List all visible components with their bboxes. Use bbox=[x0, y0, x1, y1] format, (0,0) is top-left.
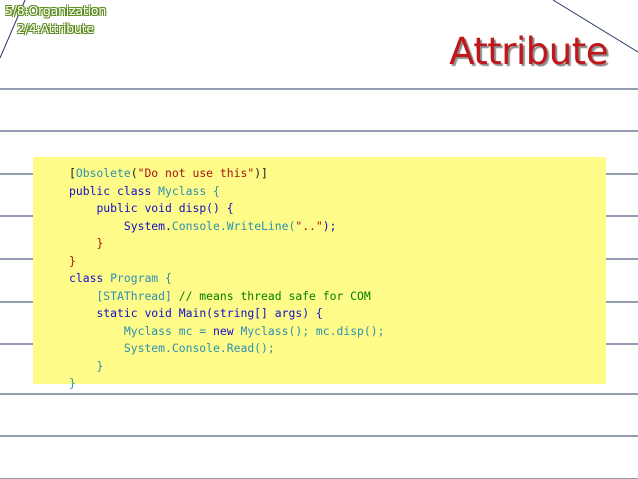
code-line-4: System.Console.WriteLine(".."); bbox=[123, 218, 337, 233]
code-line-10: Myclass mc = new Myclass(); mc.disp(); bbox=[123, 323, 385, 338]
code-line-7: class Program { bbox=[69, 271, 172, 285]
code-line-9: static void Main(string[] args) { bbox=[96, 306, 323, 320]
code-line-5: } bbox=[96, 236, 104, 250]
breadcrumb-subsection: 2/4:Attribute bbox=[17, 21, 94, 36]
code-listing: [Obsolete("Do not use this")] public cla… bbox=[69, 165, 384, 393]
slide-title: Attribute bbox=[449, 30, 608, 73]
code-line-12: } bbox=[96, 358, 104, 373]
code-line-6: } bbox=[69, 253, 76, 268]
code-line-13: } bbox=[69, 376, 76, 390]
code-line-11: System.Console.Read(); bbox=[123, 341, 275, 355]
code-line-3: public void disp() { bbox=[96, 201, 234, 215]
breadcrumb-section: 5/8:Organization bbox=[5, 3, 107, 18]
code-line-1: [Obsolete("Do not use this")] bbox=[69, 166, 268, 180]
code-line-8: [STAThread] // means thread safe for COM bbox=[96, 288, 371, 303]
code-line-2: public class Myclass { bbox=[69, 183, 220, 198]
code-block: [Obsolete("Do not use this")] public cla… bbox=[33, 157, 606, 390]
